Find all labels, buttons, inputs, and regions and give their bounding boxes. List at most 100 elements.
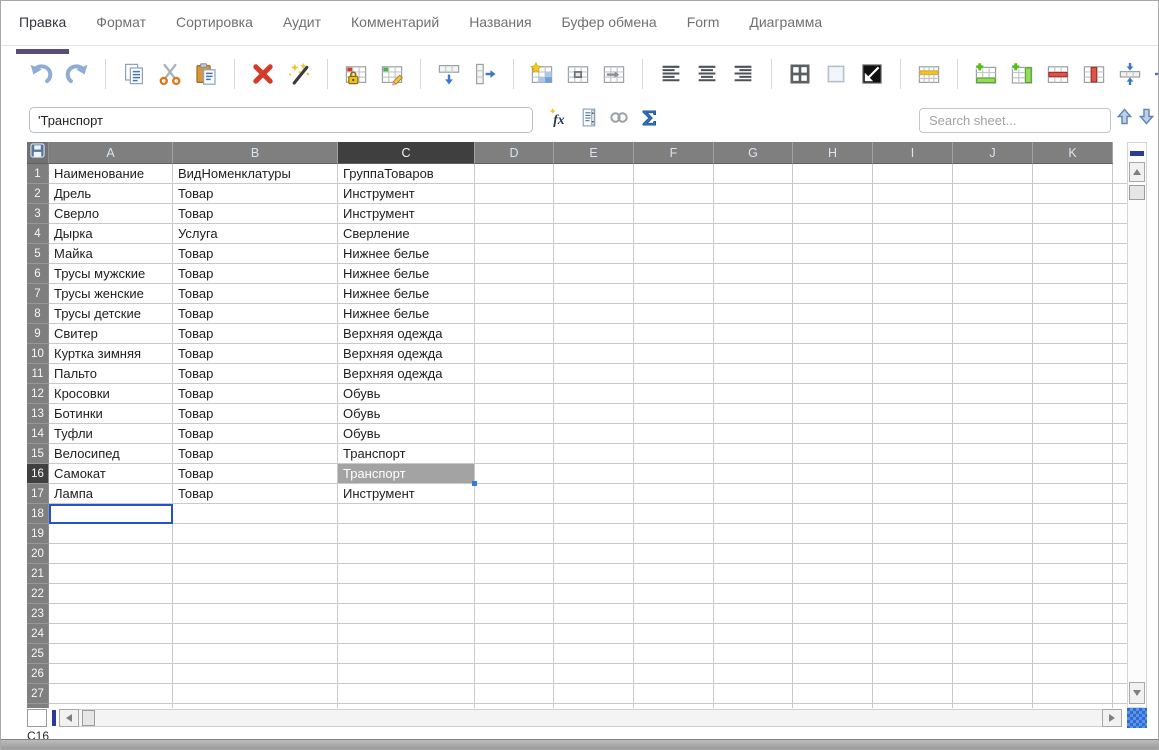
- cell-E21[interactable]: [554, 564, 634, 584]
- cell-K28[interactable]: [1033, 704, 1113, 708]
- cell-C26[interactable]: [338, 664, 475, 684]
- cell-D25[interactable]: [475, 644, 554, 664]
- protect-cells-button[interactable]: [342, 60, 370, 88]
- cell-J6[interactable]: [953, 264, 1033, 284]
- cell-G13[interactable]: [714, 404, 793, 424]
- cell-H16[interactable]: [793, 464, 873, 484]
- row-header-6[interactable]: 6: [27, 264, 49, 284]
- row-header-13[interactable]: 13: [27, 404, 49, 424]
- row-header-3[interactable]: 3: [27, 204, 49, 224]
- cell-D17[interactable]: [475, 484, 554, 504]
- cell-G26[interactable]: [714, 664, 793, 684]
- cell-K10[interactable]: [1033, 344, 1113, 364]
- cell-G27[interactable]: [714, 684, 793, 704]
- cell-E22[interactable]: [554, 584, 634, 604]
- cell-K26[interactable]: [1033, 664, 1113, 684]
- cell-D18[interactable]: [475, 504, 554, 524]
- cell-B9[interactable]: Товар: [173, 324, 338, 344]
- cell-H23[interactable]: [793, 604, 873, 624]
- cell-A17[interactable]: Лампа: [49, 484, 173, 504]
- add-column-button[interactable]: [1008, 60, 1036, 88]
- cell-A10[interactable]: Куртка зимняя: [49, 344, 173, 364]
- cell-J19[interactable]: [953, 524, 1033, 544]
- cell-C20[interactable]: [338, 544, 475, 564]
- fill-color-button[interactable]: [822, 60, 850, 88]
- cell-B19[interactable]: [173, 524, 338, 544]
- horizontal-scrollbar[interactable]: [59, 709, 1122, 727]
- cell-H22[interactable]: [793, 584, 873, 604]
- cell-A8[interactable]: Трусы детские: [49, 304, 173, 324]
- cell-H26[interactable]: [793, 664, 873, 684]
- column-header-H[interactable]: H: [793, 142, 873, 164]
- cell-D24[interactable]: [475, 624, 554, 644]
- delete-column-button[interactable]: [1080, 60, 1108, 88]
- cell-E19[interactable]: [554, 524, 634, 544]
- cell-E8[interactable]: [554, 304, 634, 324]
- menu-tab-0[interactable]: Правка: [15, 14, 70, 54]
- cell-E15[interactable]: [554, 444, 634, 464]
- redo-button[interactable]: [63, 60, 91, 88]
- cell-C27[interactable]: [338, 684, 475, 704]
- cell-K6[interactable]: [1033, 264, 1113, 284]
- cell-H5[interactable]: [793, 244, 873, 264]
- cell-B24[interactable]: [173, 624, 338, 644]
- cell-F27[interactable]: [634, 684, 714, 704]
- cell-H18[interactable]: [793, 504, 873, 524]
- cell-E2[interactable]: [554, 184, 634, 204]
- cell-J18[interactable]: [953, 504, 1033, 524]
- cell-A3[interactable]: Сверло: [49, 204, 173, 224]
- cut-button[interactable]: [156, 60, 184, 88]
- cell-F10[interactable]: [634, 344, 714, 364]
- row-header-8[interactable]: 8: [27, 304, 49, 324]
- cell-I26[interactable]: [873, 664, 953, 684]
- cell-K8[interactable]: [1033, 304, 1113, 324]
- cell-G15[interactable]: [714, 444, 793, 464]
- cell-I3[interactable]: [873, 204, 953, 224]
- cell-I15[interactable]: [873, 444, 953, 464]
- cell-J1[interactable]: [953, 164, 1033, 184]
- cell-K13[interactable]: [1033, 404, 1113, 424]
- cell-C1[interactable]: ГруппаТоваров: [338, 164, 475, 184]
- cell-A21[interactable]: [49, 564, 173, 584]
- cell-A5[interactable]: Майка: [49, 244, 173, 264]
- cell-E11[interactable]: [554, 364, 634, 384]
- cell-J14[interactable]: [953, 424, 1033, 444]
- row-header-28[interactable]: 28: [27, 704, 49, 708]
- cell-C18[interactable]: [338, 504, 475, 524]
- cell-I25[interactable]: [873, 644, 953, 664]
- cell-C24[interactable]: [338, 624, 475, 644]
- cell-J12[interactable]: [953, 384, 1033, 404]
- cell-B1[interactable]: ВидНоменклатуры: [173, 164, 338, 184]
- cell-F26[interactable]: [634, 664, 714, 684]
- cell-A7[interactable]: Трусы женские: [49, 284, 173, 304]
- menu-tab-5[interactable]: Названия: [469, 14, 531, 45]
- insert-row-button[interactable]: [435, 60, 463, 88]
- menu-tab-2[interactable]: Сортировка: [176, 14, 253, 45]
- row-header-24[interactable]: 24: [27, 624, 49, 644]
- cell-C10[interactable]: Верхняя одежда: [338, 344, 475, 364]
- cell-I7[interactable]: [873, 284, 953, 304]
- cell-E13[interactable]: [554, 404, 634, 424]
- scroll-left-button[interactable]: [59, 709, 79, 727]
- cell-H12[interactable]: [793, 384, 873, 404]
- cell-D11[interactable]: [475, 364, 554, 384]
- column-header-E[interactable]: E: [554, 142, 634, 164]
- column-header-G[interactable]: G: [714, 142, 793, 164]
- row-header-19[interactable]: 19: [27, 524, 49, 544]
- cell-D5[interactable]: [475, 244, 554, 264]
- cell-C23[interactable]: [338, 604, 475, 624]
- cell-C6[interactable]: Нижнее белье: [338, 264, 475, 284]
- cell-G22[interactable]: [714, 584, 793, 604]
- cell-J25[interactable]: [953, 644, 1033, 664]
- scrollbar-corner-grip[interactable]: [1127, 708, 1147, 728]
- cell-I1[interactable]: [873, 164, 953, 184]
- cell-H8[interactable]: [793, 304, 873, 324]
- cell-D14[interactable]: [475, 424, 554, 444]
- cell-C16[interactable]: Транспорт: [338, 464, 477, 486]
- cell-E24[interactable]: [554, 624, 634, 644]
- cell-G7[interactable]: [714, 284, 793, 304]
- cell-A4[interactable]: Дырка: [49, 224, 173, 244]
- invert-colors-button[interactable]: [858, 60, 886, 88]
- cell-E7[interactable]: [554, 284, 634, 304]
- cell-C12[interactable]: Обувь: [338, 384, 475, 404]
